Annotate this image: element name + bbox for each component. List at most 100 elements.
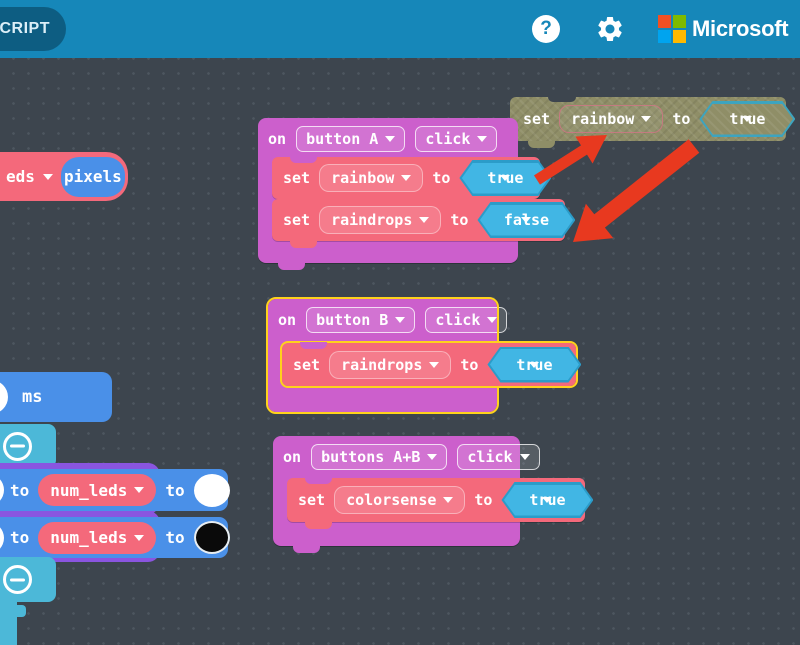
on-button-b-block[interactable]: on button B click set raindrops to true [268, 299, 497, 412]
pixels-reporter-block[interactable]: pixels [61, 157, 125, 197]
pause-ms-block[interactable]: ms [0, 372, 112, 422]
number-slot[interactable] [0, 474, 4, 506]
dropdown-caret-icon [134, 487, 144, 493]
action-name: click [435, 311, 480, 329]
button-dropdown[interactable]: buttons A+B [311, 444, 447, 470]
set-raindrops-block[interactable]: set raindrops to false [272, 199, 565, 241]
javascript-toggle-label: SCRIPT [0, 20, 50, 38]
block-bump [528, 141, 555, 148]
dropdown-caret-icon [419, 217, 429, 223]
block-bump [305, 522, 332, 529]
boolean-dropdown[interactable]: true [487, 347, 581, 383]
white-color-slot[interactable] [194, 474, 230, 507]
action-name: click [467, 448, 512, 466]
to-keyword: to [165, 481, 184, 500]
help-glyph: ? [540, 18, 552, 40]
button-name: button B [316, 311, 388, 329]
dropdown-caret-icon [500, 175, 510, 181]
to-keyword: to [672, 110, 690, 128]
boolean-dropdown[interactable]: true [501, 482, 593, 518]
leds-pixels-block[interactable]: eds pixels [0, 152, 128, 201]
on-button-a-block[interactable]: on button A click set rainbow to true [258, 118, 518, 263]
dropdown-caret-icon [542, 497, 552, 503]
set-keyword: set [283, 169, 310, 187]
black-color-slot[interactable] [194, 521, 230, 554]
to-keyword: to [10, 481, 29, 500]
set-keyword: set [293, 356, 320, 374]
variable-dropdown[interactable]: num_leds [38, 474, 156, 506]
variable-dropdown[interactable]: raindrops [319, 206, 441, 234]
variable-name: num_leds [50, 481, 127, 500]
number-slot[interactable] [0, 522, 4, 554]
header-bar: SCRIPT ? Microsoft [0, 0, 800, 58]
dropdown-caret-icon [529, 362, 539, 368]
set-keyword: set [283, 211, 310, 229]
set-keyword: set [523, 110, 550, 128]
to-keyword: to [460, 356, 478, 374]
range-num-leds-block-1[interactable]: to num_leds to [0, 469, 228, 511]
set-colorsense-block[interactable]: set colorsense to true [287, 478, 585, 522]
collapse-block[interactable] [0, 424, 56, 468]
button-dropdown[interactable]: button A [296, 126, 405, 152]
variable-dropdown[interactable]: raindrops [329, 351, 451, 379]
dropdown-caret-icon [443, 497, 453, 503]
dropdown-caret-icon [395, 317, 405, 323]
action-name: click [425, 130, 470, 148]
variable-dropdown[interactable]: rainbow [559, 105, 663, 133]
on-buttons-ab-block[interactable]: on buttons A+B click set colorsense to t… [273, 436, 520, 546]
set-raindrops-block[interactable]: set raindrops to true [282, 343, 576, 386]
block-notch [17, 605, 26, 617]
dropdown-caret-icon [521, 217, 531, 223]
button-name: button A [306, 130, 378, 148]
action-dropdown[interactable]: click [415, 126, 497, 152]
number-slot[interactable] [0, 380, 8, 414]
dropdown-caret-icon [427, 454, 437, 460]
minus-circle-icon[interactable] [3, 432, 32, 461]
javascript-toggle-button[interactable]: SCRIPT [0, 7, 66, 51]
action-dropdown[interactable]: click [425, 307, 507, 333]
block-bump [290, 241, 317, 248]
to-keyword: to [432, 169, 450, 187]
block-notch [290, 156, 317, 163]
boolean-dropdown[interactable]: true [459, 160, 551, 196]
on-keyword: on [283, 448, 301, 466]
to-keyword: to [165, 528, 184, 547]
button-dropdown[interactable]: button B [306, 307, 415, 333]
dropdown-caret-icon [477, 136, 487, 142]
block-notch [300, 342, 327, 349]
dropdown-caret-icon [641, 116, 651, 122]
variable-name: colorsense [346, 491, 436, 509]
variable-dropdown[interactable]: colorsense [334, 486, 465, 514]
dropdown-caret-icon [520, 454, 530, 460]
to-keyword: to [10, 528, 29, 547]
variable-name: rainbow [331, 169, 394, 187]
ms-label: ms [22, 387, 42, 407]
settings-gear-icon[interactable] [595, 14, 625, 44]
microsoft-wordmark: Microsoft [692, 16, 788, 42]
loop-block-spine[interactable] [0, 602, 17, 645]
variable-name: num_leds [50, 528, 127, 547]
pixels-label: pixels [64, 167, 122, 186]
variable-name: eds [6, 167, 35, 186]
variable-dropdown[interactable]: num_leds [38, 522, 156, 554]
disabled-set-rainbow-block[interactable]: set rainbow to true [510, 97, 786, 141]
microsoft-logo-icon [658, 15, 686, 43]
variable-name: raindrops [331, 211, 412, 229]
dropdown-caret-icon [134, 535, 144, 541]
range-num-leds-block-2[interactable]: to num_leds to [0, 517, 228, 558]
boolean-dropdown[interactable]: false [477, 202, 575, 238]
set-rainbow-block[interactable]: set rainbow to true [272, 157, 540, 199]
to-keyword: to [450, 211, 468, 229]
block-notch [548, 96, 576, 102]
collapse-block[interactable] [0, 557, 56, 602]
dropdown-caret-icon [487, 317, 497, 323]
action-dropdown[interactable]: click [457, 444, 539, 470]
minus-circle-icon[interactable] [3, 565, 32, 594]
variable-dropdown[interactable]: rainbow [319, 164, 423, 192]
on-keyword: on [268, 130, 286, 148]
block-bump [278, 263, 305, 270]
on-keyword: on [278, 311, 296, 329]
help-icon[interactable]: ? [532, 15, 560, 43]
boolean-dropdown[interactable]: true [699, 101, 795, 137]
dropdown-caret-icon [429, 362, 439, 368]
